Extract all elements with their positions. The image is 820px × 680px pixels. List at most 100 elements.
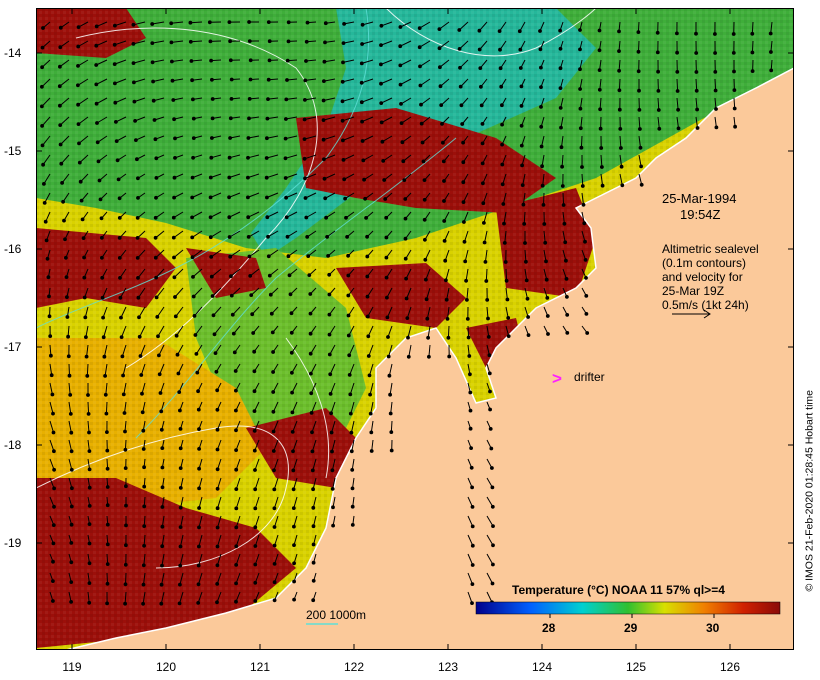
velocity-arrow-head	[311, 598, 316, 603]
velocity-arrow-head	[292, 561, 297, 566]
velocity-arrow-head	[178, 505, 183, 510]
velocity-arrow-head	[540, 183, 545, 188]
colorbar-tick-label: 28	[542, 621, 556, 635]
velocity-arrow-head	[584, 312, 589, 316]
velocity-arrow-head	[215, 563, 220, 568]
velocity-arrow-head	[272, 525, 277, 529]
velocity-arrow-head	[526, 333, 531, 338]
velocity-arrow-head	[95, 140, 100, 145]
velocity-arrow-head	[520, 183, 525, 188]
velocity-arrow-head	[304, 39, 309, 44]
velocity-arrow-head	[292, 597, 297, 602]
velocity-arrow-head	[248, 77, 253, 82]
velocity-arrow-head	[190, 195, 195, 200]
velocity-arrow-head	[360, 139, 365, 143]
velocity-arrow-head	[153, 215, 158, 220]
velocity-arrow-head	[246, 175, 250, 180]
velocity-arrow-head	[403, 197, 408, 201]
velocity-arrow-head	[490, 485, 495, 490]
velocity-arrow-head	[265, 116, 270, 121]
velocity-arrow-head	[617, 88, 622, 93]
velocity-arrow-head	[283, 176, 288, 180]
velocity-arrow-head	[438, 65, 442, 70]
velocity-arrow-head	[84, 354, 89, 359]
velocity-arrow-head	[521, 202, 526, 207]
velocity-arrow-head	[426, 335, 431, 340]
velocity-arrow-head	[310, 449, 315, 454]
velocity-arrow-head	[465, 317, 470, 321]
velocity-arrow-head	[159, 582, 164, 587]
velocity-arrow-head	[598, 107, 602, 112]
velocity-arrow-head	[213, 351, 218, 356]
y-tick-label: -15	[4, 144, 22, 158]
velocity-arrow-head	[343, 196, 348, 201]
velocity-arrow-head	[59, 161, 64, 166]
velocity-arrow-head	[676, 107, 680, 112]
velocity-arrow-head	[518, 66, 523, 70]
velocity-arrow-head	[330, 468, 335, 473]
velocity-arrow-head	[210, 136, 214, 140]
velocity-arrow-head	[321, 118, 326, 122]
velocity-arrow-head	[178, 525, 183, 529]
velocity-arrow-head	[322, 157, 326, 162]
velocity-arrow-head	[283, 136, 288, 141]
velocity-arrow-head	[227, 175, 232, 180]
velocity-arrow-head	[346, 253, 351, 258]
velocity-arrow-head	[750, 50, 755, 55]
velocity-arrow-head	[52, 504, 56, 509]
velocity-arrow-head	[694, 51, 699, 55]
velocity-arrow-head	[379, 120, 384, 125]
velocity-arrow-head	[305, 20, 310, 25]
velocity-arrow-head	[619, 164, 624, 169]
x-tick-label: 121	[249, 660, 271, 674]
velocity-arrow-head	[424, 297, 429, 302]
velocity-arrow-head	[286, 254, 291, 259]
velocity-arrow-head	[292, 524, 296, 529]
velocity-arrow-head	[101, 335, 106, 340]
velocity-arrow-head	[208, 235, 213, 240]
velocity-arrow-head	[464, 278, 469, 283]
velocity-arrow-head	[197, 525, 201, 530]
velocity-arrow-head	[442, 239, 447, 243]
velocity-arrow-head	[360, 42, 365, 46]
velocity-arrow-head	[290, 370, 294, 375]
velocity-arrow-head	[76, 83, 80, 88]
velocity-arrow-head	[490, 466, 494, 470]
velocity-arrow-head	[342, 22, 347, 26]
y-tick-label: -19	[4, 536, 22, 550]
velocity-arrow-head	[208, 215, 213, 220]
velocity-arrow-head	[441, 140, 445, 145]
velocity-arrow-head	[617, 68, 621, 73]
velocity-arrow-head	[619, 146, 623, 150]
velocity-arrow-head	[80, 217, 85, 222]
velocity-arrow-head	[563, 240, 568, 245]
velocity-arrow-head	[539, 85, 543, 89]
velocity-arrow-head	[272, 506, 277, 511]
velocity-arrow-head	[365, 314, 370, 319]
velocity-arrow-head	[123, 466, 128, 471]
velocity-arrow-head	[402, 178, 407, 183]
velocity-arrow-head	[85, 374, 90, 378]
velocity-arrow-head	[491, 562, 495, 567]
velocity-arrow-head	[160, 465, 165, 470]
velocity-arrow-head	[543, 240, 548, 245]
velocity-arrow-head	[347, 353, 352, 358]
velocity-arrow-head	[249, 293, 254, 298]
velocity-arrow-head	[271, 370, 276, 374]
velocity-arrow-head	[363, 196, 368, 201]
velocity-arrow-head	[68, 393, 73, 397]
velocity-arrow-head	[462, 220, 466, 224]
velocity-arrow-head	[366, 354, 371, 358]
velocity-arrow-head	[121, 392, 126, 397]
velocity-arrow-head	[331, 505, 335, 510]
velocity-arrow-head	[40, 84, 44, 89]
velocity-arrow-head	[481, 201, 486, 206]
velocity-arrow-head	[68, 412, 73, 416]
velocity-arrow-head	[266, 254, 271, 259]
velocity-arrow-head	[157, 372, 162, 377]
velocity-arrow-head	[160, 563, 164, 568]
velocity-arrow-head	[598, 126, 603, 131]
velocity-arrow-head	[141, 428, 146, 433]
velocity-arrow-head	[191, 136, 196, 141]
velocity-arrow-head	[346, 273, 351, 278]
